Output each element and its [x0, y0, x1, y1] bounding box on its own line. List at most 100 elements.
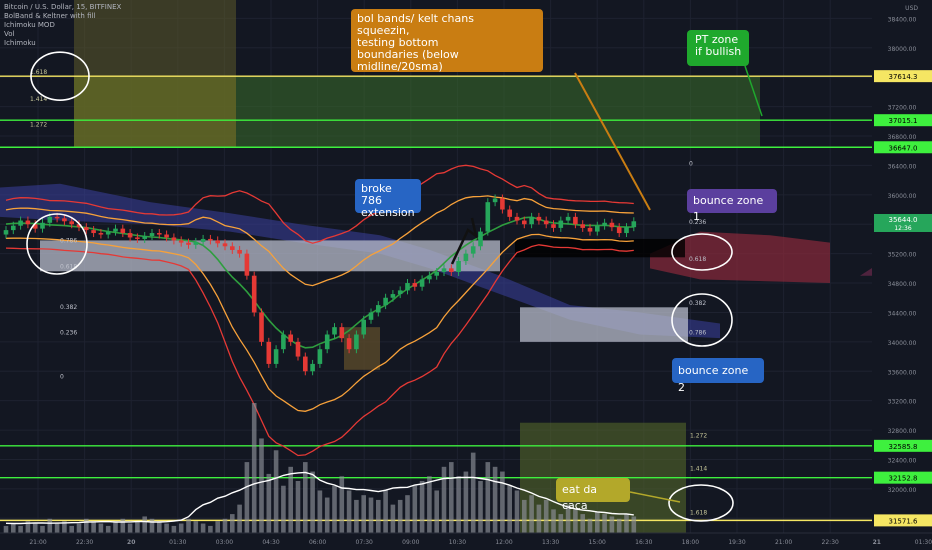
volume-bar [405, 495, 410, 533]
candle-body [354, 334, 359, 350]
volume-bar [120, 518, 126, 533]
level-price-label: 32585.8 [889, 443, 918, 451]
candle-body [624, 227, 629, 234]
candle-body [543, 220, 549, 225]
volume-bar [390, 504, 396, 533]
candle-body [98, 233, 104, 235]
candle-body [361, 319, 366, 335]
volume-bar [69, 525, 74, 533]
candle-body [434, 272, 439, 276]
volume-bar [463, 471, 469, 533]
price-tick-label: 38400.00 [888, 16, 917, 23]
candle-body [244, 253, 250, 276]
time-tick-label: 09:00 [402, 539, 419, 546]
candle-body [456, 260, 461, 273]
indicator-ichimoku-mod[interactable]: Ichimoku MOD [4, 21, 121, 30]
time-tick-label: 03:00 [216, 539, 233, 546]
candle-body [427, 275, 432, 280]
callout-bounce-zone-1[interactable]: bounce zone 1 [687, 189, 777, 223]
level-price-label: 32152.8 [889, 475, 918, 483]
volume-bar [522, 499, 527, 533]
candle-body [295, 341, 301, 357]
price-tick-label: 34400.00 [888, 310, 917, 317]
candle-body [551, 224, 556, 228]
fib-label: 0.786 [689, 330, 706, 337]
volume-bar [76, 523, 82, 533]
volume-bar [127, 523, 133, 533]
volume-bar [149, 518, 155, 533]
candle-body [266, 341, 272, 364]
volume-bar [178, 523, 184, 533]
candle-body [303, 356, 308, 372]
callout-bounce-zone-2[interactable]: bounce zone 2 [672, 358, 764, 394]
level-price-label: 37614.3 [889, 73, 918, 81]
volume-bar [18, 525, 23, 533]
candle-body [463, 253, 469, 261]
volume-bar [135, 521, 140, 533]
fib-label: 0.236 [60, 330, 77, 337]
candle-body [492, 198, 498, 203]
volume-bar [419, 481, 425, 533]
price-tick-label: 38000.00 [888, 46, 917, 53]
volume-bar [171, 525, 177, 533]
callout-line: bounce zone 1 [693, 194, 764, 223]
callout-line: bounce zone 2 [678, 364, 749, 394]
volume-bar [441, 466, 447, 533]
price-tick-label: 36800.00 [888, 134, 917, 141]
callout-eat-da-caca[interactable]: eat da caca [556, 478, 630, 512]
volume-bar [551, 509, 556, 533]
candle-body [47, 216, 53, 223]
callout-bol-bands[interactable]: bol bands/ kelt chans squeezin, testing … [351, 9, 543, 73]
time-tick-label: 20 [127, 539, 135, 546]
indicator-bolband[interactable]: BolBand & Keltner with fill [4, 12, 121, 21]
candle-body [251, 275, 257, 313]
time-tick-label: 16:30 [635, 539, 652, 546]
candle-body [419, 279, 425, 287]
volume-bar [324, 497, 330, 533]
volume-bar [624, 514, 629, 533]
fib-label: 0 [689, 160, 693, 167]
volume-bar [492, 466, 498, 533]
volume-bar [230, 514, 235, 533]
price-tick-label: 37200.00 [888, 105, 917, 112]
candle-body [259, 312, 264, 342]
candle-body [412, 283, 418, 287]
symbol-title[interactable]: Bitcoin / U.S. Dollar, 15, BITFINEX [4, 3, 121, 12]
candle-body [507, 209, 512, 217]
volume-bar [208, 525, 213, 533]
indicator-vol[interactable]: Vol [4, 30, 121, 39]
candle-body [565, 216, 571, 221]
candle-body [602, 222, 607, 226]
chart-canvas[interactable]: 1.6181.4141.2720.7860.6180.3820.236000.2… [0, 0, 932, 550]
volume-bar [456, 476, 461, 533]
price-tick-label: 36000.00 [888, 193, 917, 200]
volume-bar [478, 481, 483, 533]
volume-bar [84, 518, 89, 533]
candle-body [558, 220, 564, 228]
volume-bar [427, 476, 432, 533]
volume-bar [98, 523, 104, 533]
candle-body [376, 305, 381, 313]
price-chart[interactable]: 1.618 1.414 1.272 0.786 0.618 0.382 0.236 0 0 0.2… [0, 0, 932, 550]
callout-pt-zone[interactable]: PT zone if bullish [687, 30, 749, 66]
fib-label: 1.414 [690, 466, 707, 473]
volume-bar [449, 462, 454, 533]
candle-body [478, 231, 483, 247]
callout-line: broke 786 [361, 182, 392, 207]
vertical-zone-left-lower [74, 76, 236, 148]
fib-label: 0.382 [60, 304, 77, 311]
candle-body [332, 327, 337, 335]
indicator-ichimoku[interactable]: Ichimoku [4, 39, 121, 48]
candle-body [470, 246, 476, 254]
price-tick-label: 34800.00 [888, 281, 917, 288]
volume-bar [587, 518, 593, 533]
fib-label: 0 [60, 374, 64, 381]
time-tick-label: 10:30 [449, 539, 466, 546]
volume-bar [470, 452, 476, 533]
candle-body [178, 240, 184, 243]
time-tick-label: 13:30 [542, 539, 559, 546]
level-price-label: 37015.1 [889, 117, 918, 125]
callout-broke-786[interactable]: broke 786 extension [355, 179, 421, 219]
candle-body [11, 225, 16, 231]
volume-bar [368, 497, 374, 533]
